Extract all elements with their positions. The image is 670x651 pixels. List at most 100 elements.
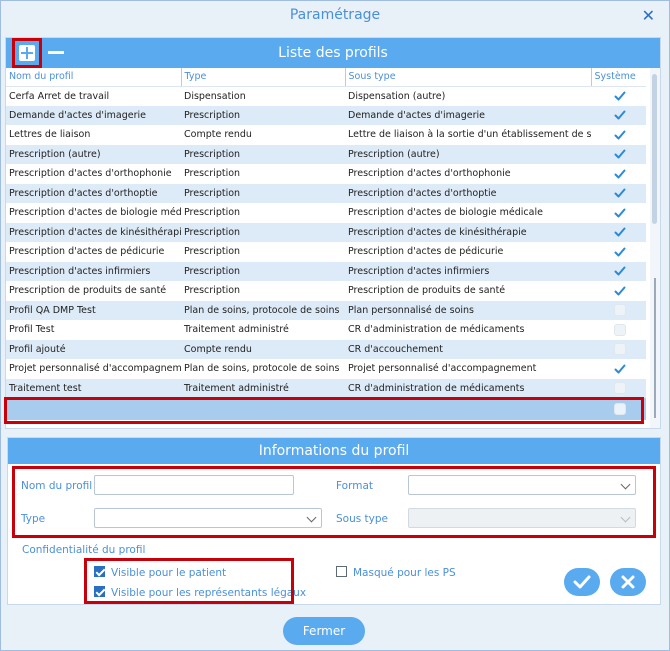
window-title: Paramétrage — [289, 7, 381, 23]
visible-patient-checkbox[interactable] — [94, 566, 105, 577]
cell-system — [591, 242, 646, 262]
system-check-icon — [614, 265, 626, 277]
cell-profile-name: Traitement test — [6, 378, 181, 398]
system-check-icon — [614, 285, 626, 297]
hidden-ps-label: Masqué pour les PS — [353, 567, 456, 579]
table-row[interactable]: Traitement test Traitement administré CR d… — [6, 378, 646, 398]
confidentiality-label: Confidentialité du profil — [22, 544, 146, 556]
type-select[interactable] — [94, 508, 322, 528]
cell-subtype: Projet personnalisé d'accompagnement — [345, 359, 591, 379]
cell-subtype: CR d'accouchement — [345, 339, 591, 359]
cell-profile-name: Profil Test — [6, 320, 181, 340]
cell-profile-name: Demande d'actes d'imagerie — [6, 105, 181, 125]
cancel-button[interactable] — [610, 568, 646, 596]
table-row[interactable]: Prescription d'actes de kinésithérapie Pr… — [6, 222, 646, 242]
hidden-ps-checkbox[interactable] — [336, 566, 347, 577]
system-empty-checkbox — [614, 343, 626, 356]
cell-type: Plan de soins, protocole de soins — [181, 359, 345, 379]
confirm-button[interactable] — [564, 568, 600, 596]
cell-system — [591, 86, 646, 106]
close-button[interactable]: Fermer — [283, 617, 365, 645]
visible-patient-label: Visible pour le patient — [111, 567, 227, 579]
chevron-down-icon — [306, 512, 317, 523]
table-row[interactable]: Lettres de liaison Compte rendu Lettre de … — [6, 125, 646, 145]
cell-subtype: CR d'administration de médicaments — [345, 378, 591, 398]
cell-system — [591, 164, 646, 184]
system-check-icon — [614, 129, 626, 141]
cell-type: Dispensation — [181, 86, 345, 106]
cell-empty — [181, 398, 345, 420]
table-row[interactable]: Profil QA DMP Test Plan de soins, protoco… — [6, 300, 646, 320]
table-row[interactable]: Projet personnalisé d'accompagnement Plan… — [6, 359, 646, 379]
cell-empty — [345, 398, 591, 420]
column-header-system[interactable]: Système — [591, 68, 646, 87]
cell-system — [591, 339, 646, 359]
new-profile-row[interactable] — [6, 398, 646, 420]
system-check-icon — [614, 168, 626, 180]
title-bar: Paramétrage ✕ — [1, 1, 669, 31]
cell-profile-name: Projet personnalisé d'accompagnement — [6, 359, 181, 379]
cell-system — [591, 144, 646, 164]
cell-profile-name: Profil ajouté — [6, 339, 181, 359]
visible-legal-option[interactable]: Visible pour les représentants légaux — [94, 586, 306, 599]
table-row[interactable]: Demande d'actes d'imagerie Prescription De… — [6, 105, 646, 125]
table-row[interactable]: Prescription de produits de santé Prescri… — [6, 281, 646, 301]
visible-patient-option[interactable]: Visible pour le patient — [94, 566, 226, 579]
table-row[interactable]: Prescription d'actes de biologie médical… — [6, 203, 646, 223]
cell-subtype: CR d'administration de médicaments — [345, 320, 591, 340]
profiles-title: Liste des profils — [278, 45, 388, 61]
cell-profile-name: Prescription d'actes de pédicurie — [6, 242, 181, 262]
system-check-icon — [614, 148, 626, 160]
table-row[interactable]: Prescription d'actes infirmiers Prescript… — [6, 261, 646, 281]
cell-subtype: Prescription d'actes d'orthoptie — [345, 183, 591, 203]
format-label: Format — [336, 480, 374, 492]
table-row[interactable]: Prescription d'actes d'orthoptie Prescrip… — [6, 183, 646, 203]
cell-profile-name: Prescription d'actes d'orthoptie — [6, 183, 181, 203]
table-row[interactable]: Cerfa Arret de travail Dispensation Dispen… — [6, 86, 646, 106]
cell-type: Prescription — [181, 105, 345, 125]
table-row[interactable]: Profil ajouté Compte rendu CR d'accoucheme… — [6, 339, 646, 359]
cell-subtype: Prescription d'actes infirmiers — [345, 261, 591, 281]
column-header-name[interactable]: Nom du profil — [6, 68, 182, 87]
vertical-scrollbar[interactable] — [650, 68, 660, 428]
system-check-icon — [614, 226, 626, 238]
cell-profile-name: Prescription de produits de santé — [6, 281, 181, 301]
hidden-ps-option[interactable]: Masqué pour les PS — [336, 566, 456, 579]
cell-subtype: Demande d'actes d'imagerie — [345, 105, 591, 125]
scrollbar-thumb[interactable] — [652, 74, 657, 224]
system-check-icon — [614, 207, 626, 219]
close-icon[interactable]: ✕ — [642, 6, 655, 25]
column-header-subtype[interactable]: Sous type — [345, 68, 592, 87]
cell-type: Compte rendu — [181, 339, 345, 359]
cell-empty — [6, 398, 181, 420]
table-row[interactable]: Prescription (autre) Prescription Prescrip… — [6, 144, 646, 164]
table-header-row: Nom du profil Type Sous type Système — [6, 68, 646, 87]
system-empty-checkbox — [614, 403, 626, 415]
subtype-select[interactable] — [408, 508, 636, 528]
settings-dialog: Paramétrage ✕ Liste des profils Nom du p… — [0, 0, 670, 651]
profile-info-header: Informations du profil — [8, 438, 660, 464]
cell-system — [591, 281, 646, 301]
cell-profile-name: Lettres de liaison — [6, 125, 181, 145]
system-empty-checkbox — [614, 323, 626, 336]
table-row[interactable]: Prescription d'actes d'orthophonie Prescr… — [6, 164, 646, 184]
cell-type: Prescription — [181, 261, 345, 281]
profile-name-input[interactable] — [94, 475, 294, 495]
table-row[interactable]: Profil Test Traitement administré CR d'adm… — [6, 320, 646, 340]
cell-system — [591, 105, 646, 125]
cell-system — [591, 359, 646, 379]
cell-type: Prescription — [181, 183, 345, 203]
cell-subtype: Prescription d'actes de biologie médical… — [345, 203, 591, 223]
column-header-type[interactable]: Type — [181, 68, 346, 87]
cell-profile-name: Profil QA DMP Test — [6, 300, 181, 320]
profile-info-title: Informations du profil — [258, 443, 410, 459]
cell-subtype: Lettre de liaison à la sortie d'un établ… — [345, 125, 591, 145]
cell-system — [591, 261, 646, 281]
system-check-icon — [614, 246, 626, 258]
format-select[interactable] — [408, 475, 636, 495]
cell-system — [591, 125, 646, 145]
profile-info-panel: Informations du profil Nom du profil For… — [7, 437, 661, 605]
table-row[interactable]: Prescription d'actes de pédicurie Prescri… — [6, 242, 646, 262]
visible-legal-checkbox[interactable] — [94, 586, 105, 597]
cell-subtype: Prescription d'actes de pédicurie — [345, 242, 591, 262]
